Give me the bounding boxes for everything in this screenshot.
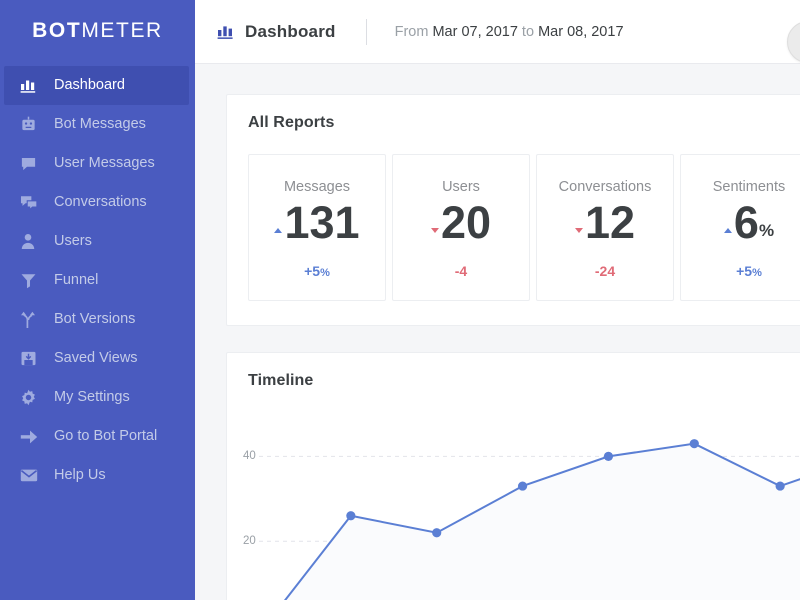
date-range-label[interactable]: From Mar 07, 2017 to Mar 08, 2017 (395, 24, 624, 40)
trend-up-icon (274, 228, 282, 233)
logo-light: METER (81, 19, 163, 43)
report-card-value: 131 (284, 201, 359, 245)
main-area: Dashboard From Mar 07, 2017 to Mar 08, 2… (195, 0, 800, 600)
all-reports-panel: All Reports Messages 131 +5% Users 20 -4 Conve… (226, 94, 800, 326)
content: All Reports Messages 131 +5% Users 20 -4 Conve… (195, 64, 800, 600)
robot-icon (20, 116, 42, 134)
chart-data-point[interactable] (518, 481, 527, 490)
report-card-delta-value: -24 (595, 263, 615, 279)
report-card-delta-suffix: % (320, 267, 330, 279)
y-axis-tick-label: 20 (243, 535, 256, 547)
report-card-delta-value: +5 (736, 263, 752, 279)
topbar: Dashboard From Mar 07, 2017 to Mar 08, 2… (195, 0, 800, 64)
report-cards: Messages 131 +5% Users 20 -4 Conversations 12 -2… (227, 132, 800, 325)
header-separator (366, 19, 367, 45)
gear-icon (20, 389, 42, 407)
sidebar-item-users[interactable]: Users (4, 222, 189, 261)
trend-down-icon (575, 228, 583, 233)
report-card-delta: +5% (304, 263, 330, 279)
sidebar-item-user-messages[interactable]: User Messages (4, 144, 189, 183)
sidebar-item-saved-views[interactable]: Saved Views (4, 339, 189, 378)
report-card-label: Messages (284, 179, 350, 195)
save-icon (20, 350, 42, 368)
app-logo: BOTMETER (0, 0, 195, 64)
sidebar-item-label: Go to Bot Portal (54, 429, 157, 445)
sidebar-item-label: Saved Views (54, 351, 138, 367)
report-card-value: 12 (585, 201, 635, 245)
chart-data-point[interactable] (346, 511, 355, 520)
logo-bold: BOT (32, 19, 81, 43)
bar-chart-icon (217, 23, 234, 40)
chart-data-point[interactable] (776, 481, 785, 490)
sidebar-item-label: Dashboard (54, 78, 125, 94)
bar-chart-icon (20, 77, 42, 95)
sidebar-nav: Dashboard Bot Messages User Messages Conver… (0, 66, 195, 495)
report-card[interactable]: Messages 131 +5% (248, 154, 386, 301)
chart-data-point[interactable] (604, 452, 613, 461)
envelope-icon (20, 467, 42, 485)
sidebar-item-label: Conversations (54, 195, 147, 211)
arrow-right-icon (20, 428, 42, 446)
sidebar-item-conversations[interactable]: Conversations (4, 183, 189, 222)
timeline-panel: Timeline 02040 (226, 352, 800, 600)
sidebar-item-go-to-bot-portal[interactable]: Go to Bot Portal (4, 417, 189, 456)
sidebar-item-bot-versions[interactable]: Bot Versions (4, 300, 189, 339)
y-axis-tick-label: 40 (243, 450, 256, 462)
report-card-value-row: 6% (724, 201, 774, 245)
sidebar-item-my-settings[interactable]: My Settings (4, 378, 189, 417)
sidebar-item-label: User Messages (54, 156, 155, 172)
trend-down-icon (431, 228, 439, 233)
sidebar-item-label: Funnel (54, 273, 98, 289)
page-title: Dashboard (245, 22, 336, 42)
sidebar-item-label: Bot Versions (54, 312, 135, 328)
report-card-label: Sentiments (713, 179, 786, 195)
report-card-delta-value: -4 (455, 263, 467, 279)
range-from: Mar 07, 2017 (432, 24, 517, 40)
report-card-delta: -24 (595, 263, 615, 279)
sidebar-item-funnel[interactable]: Funnel (4, 261, 189, 300)
chat-bubbles-icon (20, 194, 42, 212)
sidebar-item-dashboard[interactable]: Dashboard (4, 66, 189, 105)
sidebar: BOTMETER Dashboard Bot Messages User Messa… (0, 0, 195, 600)
app-root: BOTMETER Dashboard Bot Messages User Messa… (0, 0, 800, 600)
report-card-delta: -4 (455, 263, 467, 279)
report-card-value-row: 131 (274, 201, 359, 245)
funnel-icon (20, 272, 42, 290)
sidebar-item-label: Bot Messages (54, 117, 146, 133)
timeline-line-chart (227, 396, 800, 600)
report-card-delta-suffix: % (752, 267, 762, 279)
range-middle: to (518, 24, 538, 40)
report-card-delta-value: +5 (304, 263, 320, 279)
report-card[interactable]: Conversations 12 -24 (536, 154, 674, 301)
sidebar-item-help-us[interactable]: Help Us (4, 456, 189, 495)
timeline-chart[interactable]: 02040 (227, 396, 800, 600)
chart-data-point[interactable] (690, 439, 699, 448)
range-prefix: From (395, 24, 433, 40)
report-card-label: Users (442, 179, 480, 195)
chat-bubble-icon (20, 155, 42, 173)
sidebar-item-label: Help Us (54, 468, 106, 484)
sidebar-item-label: Users (54, 234, 92, 250)
user-icon (20, 233, 42, 251)
trend-up-icon (724, 228, 732, 233)
report-card-value: 20 (441, 201, 491, 245)
sidebar-item-label: My Settings (54, 390, 130, 406)
date-range-dropdown-button[interactable] (787, 21, 800, 63)
sidebar-item-bot-messages[interactable]: Bot Messages (4, 105, 189, 144)
all-reports-title: All Reports (227, 95, 800, 132)
report-card-label: Conversations (559, 179, 652, 195)
branch-icon (20, 311, 42, 329)
report-card-unit: % (759, 221, 774, 241)
chart-data-point[interactable] (432, 528, 441, 537)
report-card[interactable]: Sentiments6%+5% (680, 154, 800, 301)
report-card-value: 6 (734, 201, 759, 245)
timeline-title: Timeline (227, 353, 800, 390)
report-card-value-row: 20 (431, 201, 491, 245)
report-card-value-row: 12 (575, 201, 635, 245)
range-to: Mar 08, 2017 (538, 24, 623, 40)
report-card[interactable]: Users 20 -4 (392, 154, 530, 301)
report-card-delta: +5% (736, 263, 762, 279)
